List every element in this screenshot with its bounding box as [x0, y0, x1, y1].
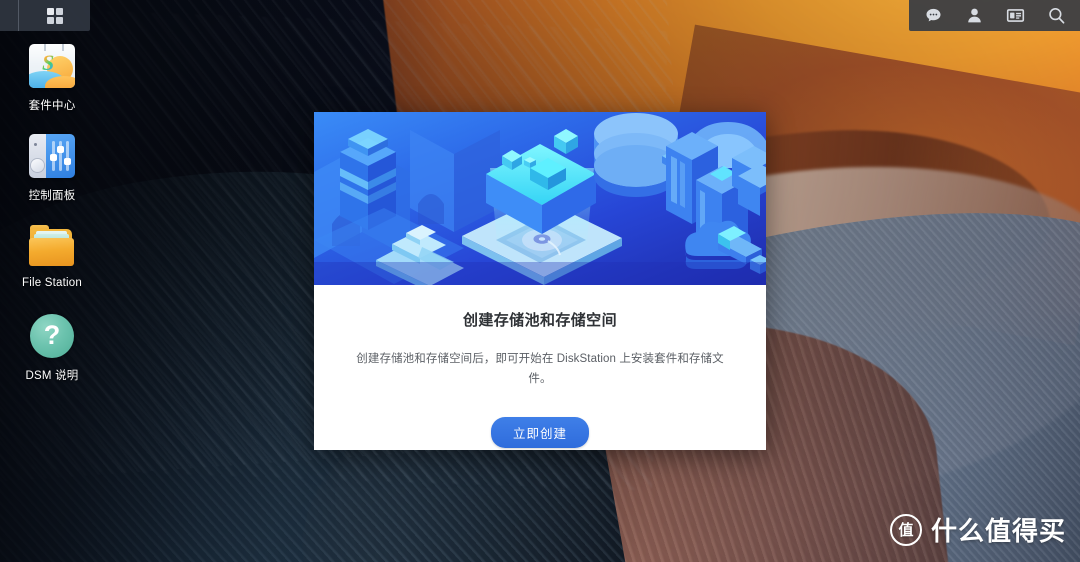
grid-icon [46, 7, 63, 24]
desktop-icon-label: File Station [22, 277, 82, 289]
desktop-icon-label: DSM 说明 [25, 370, 79, 382]
desktop-screen: S 套件中心 控制面板 File Station ? DSM 说明 创建存储池和… [0, 0, 1080, 562]
dialog-description: 创建存储池和存储空间后，即可开始在 DiskStation 上安装套件和存储文件… [356, 353, 724, 385]
taskbar-left [0, 0, 90, 31]
notifications-icon[interactable] [923, 6, 943, 26]
dsm-help-icon: ? [28, 312, 76, 360]
desktop-icon-package-center[interactable]: S 套件中心 [0, 42, 104, 132]
desktop-icon-label: 控制面板 [28, 190, 76, 202]
widgets-icon[interactable] [1005, 6, 1025, 26]
create-now-button[interactable]: 立即创建 [490, 417, 589, 449]
storage-isometric-illustration [314, 112, 766, 285]
desktop-icon-list: S 套件中心 控制面板 File Station ? DSM 说明 [0, 42, 104, 402]
desktop-icon-dsm-help[interactable]: ? DSM 说明 [0, 312, 104, 402]
file-station-folder-icon [28, 222, 76, 270]
app-launcher-button[interactable] [19, 0, 90, 31]
taskbar-tray [909, 0, 1080, 31]
desktop-icon-control-panel[interactable]: 控制面板 [0, 132, 104, 222]
search-icon[interactable] [1046, 6, 1066, 26]
desktop-icon-label: 套件中心 [28, 100, 76, 112]
user-account-icon[interactable] [964, 6, 984, 26]
desktop-icon-file-station[interactable]: File Station [0, 222, 104, 312]
create-storage-pool-dialog: 创建存储池和存储空间 创建存储池和存储空间后，即可开始在 DiskStation… [314, 112, 766, 450]
control-panel-icon [28, 132, 76, 180]
package-center-icon: S [28, 42, 76, 90]
dialog-title: 创建存储池和存储空间 [462, 312, 617, 329]
dialog-body: 创建存储池和存储空间 创建存储池和存储空间后，即可开始在 DiskStation… [314, 285, 766, 450]
